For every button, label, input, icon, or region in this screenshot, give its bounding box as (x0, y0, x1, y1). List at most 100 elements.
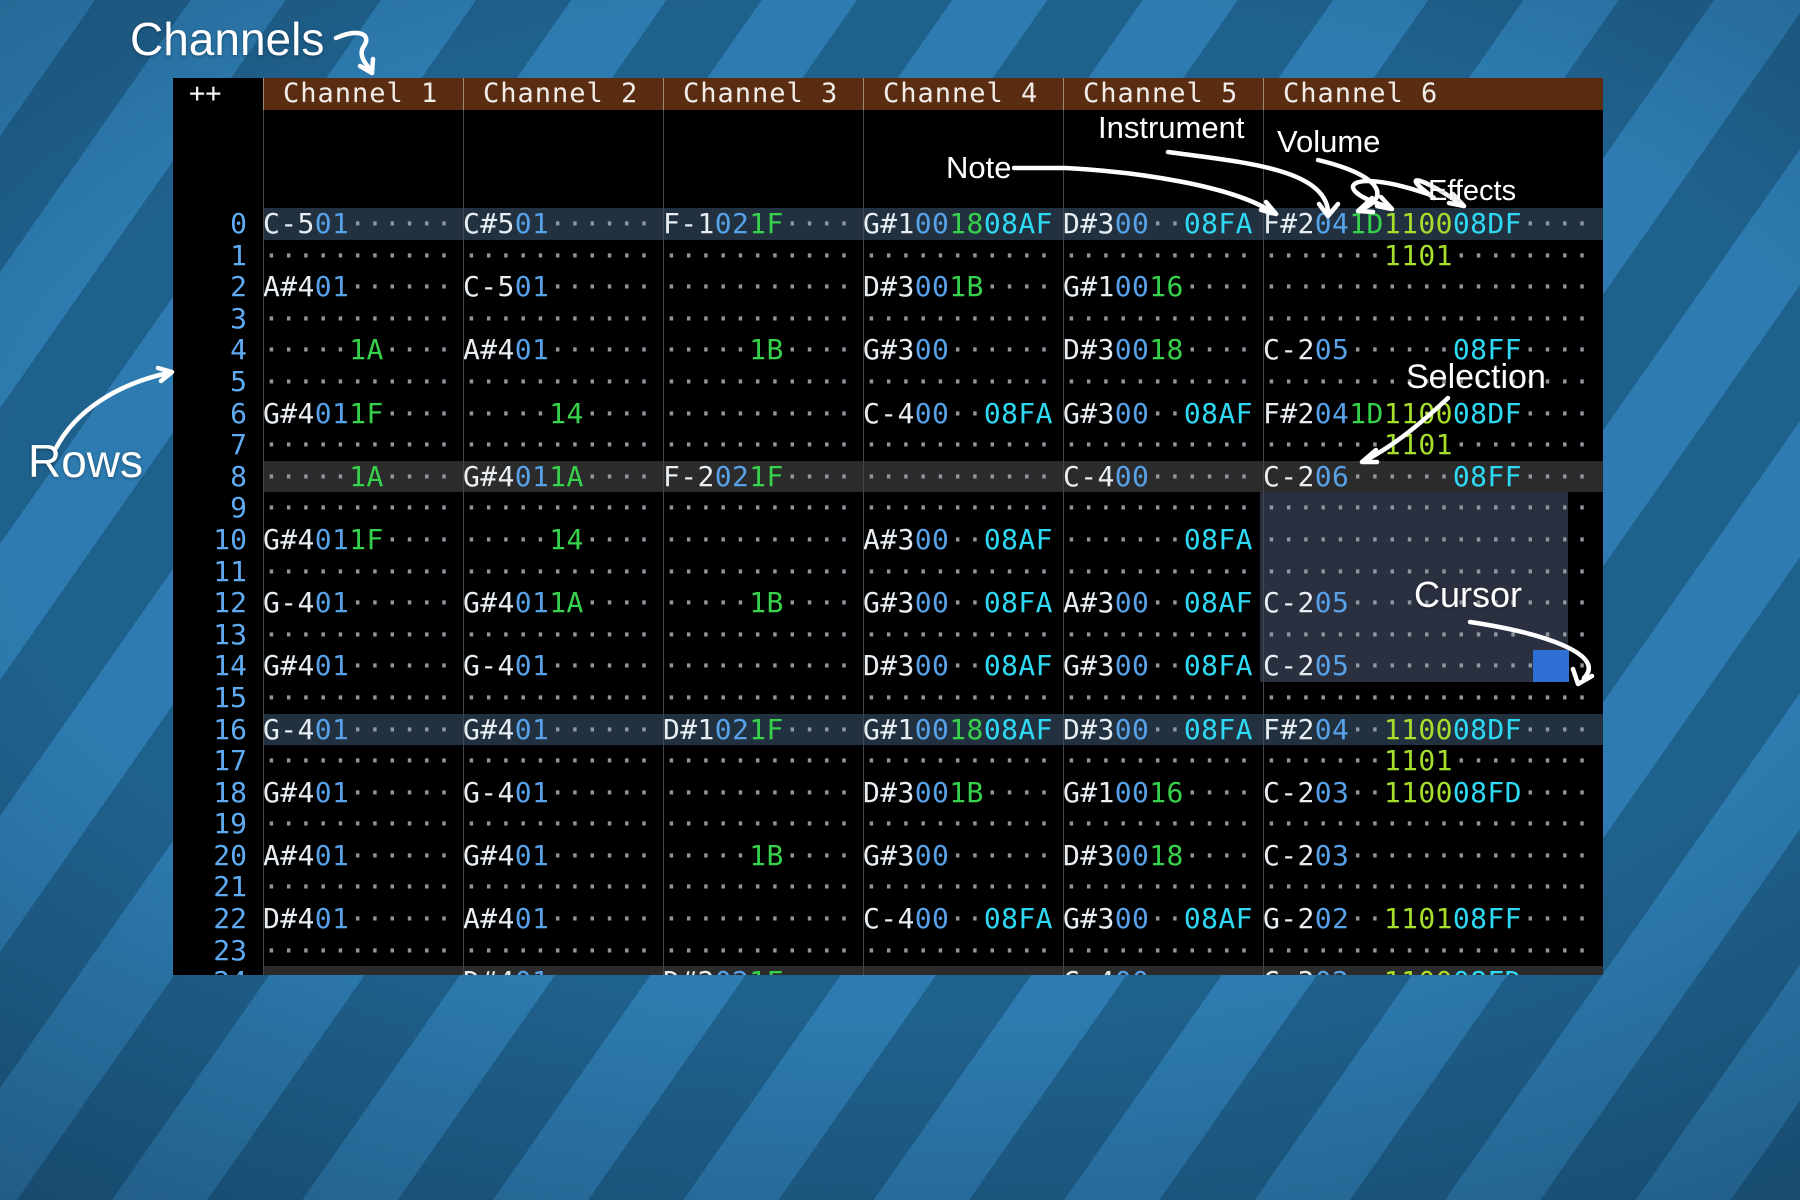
pattern-cell-ch1-row9[interactable]: ··········· (263, 492, 463, 524)
pattern-cell-ch5-row21[interactable]: ··········· (1063, 871, 1263, 903)
pattern-cell-ch3-row19[interactable]: ··········· (663, 808, 863, 840)
pattern-cell-ch1-row12[interactable]: G-401······ (263, 587, 463, 619)
pattern-cell-ch5-row9[interactable]: ··········· (1063, 492, 1263, 524)
pattern-cell-ch4-row23[interactable]: ··········· (863, 935, 1063, 967)
pattern-cell-ch1-row24[interactable]: ··········· (263, 966, 463, 975)
pattern-cell-ch5-row8[interactable]: C-400······ (1063, 461, 1263, 493)
pattern-cell-ch1-row17[interactable]: ··········· (263, 745, 463, 777)
pattern-cell-ch4-row22[interactable]: C-400··08FA (863, 903, 1063, 935)
pattern-cell-ch1-row2[interactable]: A#401······ (263, 271, 463, 303)
pattern-cell-ch5-row1[interactable]: ··········· (1063, 240, 1263, 272)
pattern-cell-ch4-row17[interactable]: ··········· (863, 745, 1063, 777)
pattern-cell-ch1-row8[interactable]: ·····1A···· (263, 461, 463, 493)
header-corner-cell[interactable]: ++ (173, 78, 263, 110)
pattern-cell-ch3-row12[interactable]: ·····1B···· (663, 587, 863, 619)
pattern-cell-ch3-row15[interactable]: ··········· (663, 682, 863, 714)
pattern-cell-ch6-row17[interactable]: ·······1101········ (1263, 745, 1603, 777)
pattern-cell-ch6-row18[interactable]: C-203··110008FD···· (1263, 777, 1603, 809)
pattern-cell-ch3-row2[interactable]: ··········· (663, 271, 863, 303)
pattern-cell-ch4-row16[interactable]: G#1001808AF (863, 714, 1063, 746)
pattern-cell-ch1-row1[interactable]: ··········· (263, 240, 463, 272)
pattern-cell-ch6-row2[interactable]: ··················· (1263, 271, 1603, 303)
pattern-cell-ch6-row13[interactable]: ··················· (1263, 619, 1603, 651)
pattern-cell-ch6-row22[interactable]: G-202··110108FF···· (1263, 903, 1603, 935)
pattern-cell-ch1-row18[interactable]: G#401······ (263, 777, 463, 809)
pattern-cell-ch3-row10[interactable]: ··········· (663, 524, 863, 556)
pattern-cell-ch1-row20[interactable]: A#401······ (263, 840, 463, 872)
pattern-cell-ch5-row17[interactable]: ··········· (1063, 745, 1263, 777)
pattern-cell-ch3-row9[interactable]: ··········· (663, 492, 863, 524)
pattern-cell-ch2-row16[interactable]: G#401······ (463, 714, 663, 746)
pattern-cell-ch5-row10[interactable]: ·······08FA (1063, 524, 1263, 556)
pattern-cell-ch2-row4[interactable]: A#401······ (463, 334, 663, 366)
pattern-cell-ch4-row1[interactable]: ··········· (863, 240, 1063, 272)
pattern-cell-ch4-row5[interactable]: ··········· (863, 366, 1063, 398)
pattern-cell-ch1-row19[interactable]: ··········· (263, 808, 463, 840)
pattern-cell-ch2-row1[interactable]: ··········· (463, 240, 663, 272)
pattern-cell-ch3-row1[interactable]: ··········· (663, 240, 863, 272)
pattern-cell-ch4-row4[interactable]: G#300······ (863, 334, 1063, 366)
pattern-cell-ch3-row11[interactable]: ··········· (663, 556, 863, 588)
pattern-cell-ch3-row5[interactable]: ··········· (663, 366, 863, 398)
pattern-cell-ch3-row0[interactable]: F-1021F···· (663, 208, 863, 240)
pattern-cell-ch5-row23[interactable]: ··········· (1063, 935, 1263, 967)
pattern-cell-ch2-row24[interactable]: D#401······ (463, 966, 663, 975)
pattern-cell-ch4-row21[interactable]: ··········· (863, 871, 1063, 903)
pattern-cell-ch2-row15[interactable]: ··········· (463, 682, 663, 714)
pattern-cell-ch3-row13[interactable]: ··········· (663, 619, 863, 651)
pattern-cell-ch6-row8[interactable]: C-206······08FF···· (1263, 461, 1603, 493)
pattern-cell-ch4-row11[interactable]: ··········· (863, 556, 1063, 588)
pattern-cell-ch5-row24[interactable]: C-400······ (1063, 966, 1263, 975)
channel-header-1[interactable]: Channel 1 (263, 78, 463, 110)
pattern-cell-ch4-row18[interactable]: D#3001B···· (863, 777, 1063, 809)
pattern-cell-ch5-row11[interactable]: ··········· (1063, 556, 1263, 588)
pattern-cell-ch4-row8[interactable]: ··········· (863, 461, 1063, 493)
pattern-cell-ch5-row6[interactable]: G#300··08AF (1063, 398, 1263, 430)
pattern-cell-ch1-row3[interactable]: ··········· (263, 303, 463, 335)
pattern-cell-ch3-row6[interactable]: ··········· (663, 398, 863, 430)
pattern-cell-ch5-row7[interactable]: ··········· (1063, 429, 1263, 461)
pattern-cell-ch5-row22[interactable]: G#300··08AF (1063, 903, 1263, 935)
pattern-cell-ch5-row13[interactable]: ··········· (1063, 619, 1263, 651)
pattern-cell-ch1-row21[interactable]: ··········· (263, 871, 463, 903)
pattern-cell-ch5-row3[interactable]: ··········· (1063, 303, 1263, 335)
pattern-cell-ch5-row5[interactable]: ··········· (1063, 366, 1263, 398)
channel-header-5[interactable]: Channel 5 (1063, 78, 1263, 110)
pattern-cell-ch3-row23[interactable]: ··········· (663, 935, 863, 967)
pattern-cell-ch1-row11[interactable]: ··········· (263, 556, 463, 588)
pattern-cell-ch5-row4[interactable]: D#30018···· (1063, 334, 1263, 366)
pattern-cell-ch3-row17[interactable]: ··········· (663, 745, 863, 777)
pattern-cell-ch3-row24[interactable]: D#2021F···· (663, 966, 863, 975)
pattern-cell-ch6-row20[interactable]: C-203·············· (1263, 840, 1603, 872)
pattern-cell-ch4-row6[interactable]: C-400··08FA (863, 398, 1063, 430)
pattern-cell-ch6-row1[interactable]: ·······1101········ (1263, 240, 1603, 272)
pattern-cell-ch1-row10[interactable]: G#4011F···· (263, 524, 463, 556)
pattern-cell-ch1-row0[interactable]: C-501······ (263, 208, 463, 240)
pattern-cell-ch2-row22[interactable]: A#401······ (463, 903, 663, 935)
pattern-cell-ch3-row14[interactable]: ··········· (663, 650, 863, 682)
pattern-cell-ch4-row13[interactable]: ··········· (863, 619, 1063, 651)
pattern-cell-ch1-row16[interactable]: G-401······ (263, 714, 463, 746)
pattern-cell-ch3-row20[interactable]: ·····1B···· (663, 840, 863, 872)
pattern-cell-ch2-row0[interactable]: C#501······ (463, 208, 663, 240)
pattern-cell-ch4-row12[interactable]: G#300··08FA (863, 587, 1063, 619)
pattern-cell-ch3-row3[interactable]: ··········· (663, 303, 863, 335)
channel-header-6[interactable]: Channel 6 (1263, 78, 1603, 110)
pattern-cell-ch3-row21[interactable]: ··········· (663, 871, 863, 903)
pattern-cell-ch2-row21[interactable]: ··········· (463, 871, 663, 903)
pattern-cell-ch5-row12[interactable]: A#300··08AF (1063, 587, 1263, 619)
pattern-cell-ch1-row4[interactable]: ·····1A···· (263, 334, 463, 366)
pattern-cell-ch2-row10[interactable]: ·····14···· (463, 524, 663, 556)
pattern-cell-ch2-row3[interactable]: ··········· (463, 303, 663, 335)
pattern-cell-ch2-row23[interactable]: ··········· (463, 935, 663, 967)
pattern-cell-ch6-row0[interactable]: F#2041D110008DF···· (1263, 208, 1603, 240)
pattern-cell-ch2-row12[interactable]: G#4011A···· (463, 587, 663, 619)
pattern-cell-ch1-row6[interactable]: G#4011F···· (263, 398, 463, 430)
pattern-cell-ch4-row14[interactable]: D#300··08AF (863, 650, 1063, 682)
pattern-cell-ch5-row18[interactable]: G#10016···· (1063, 777, 1263, 809)
pattern-cell-ch2-row6[interactable]: ·····14···· (463, 398, 663, 430)
pattern-cell-ch6-row3[interactable]: ··················· (1263, 303, 1603, 335)
pattern-cell-ch3-row4[interactable]: ·····1B···· (663, 334, 863, 366)
pattern-cell-ch4-row3[interactable]: ··········· (863, 303, 1063, 335)
pattern-cell-ch2-row13[interactable]: ··········· (463, 619, 663, 651)
